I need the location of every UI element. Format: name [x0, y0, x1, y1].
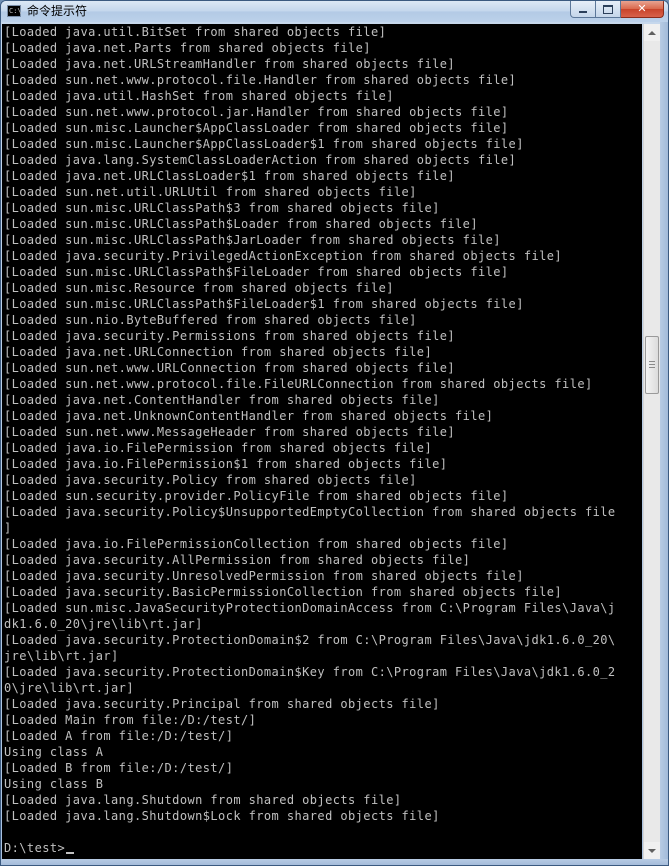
scroll-down-button[interactable] [644, 842, 660, 859]
console-line: [Loaded java.util.HashSet from shared ob… [4, 89, 394, 103]
console-line: [Loaded java.security.ProtectionDomain$K… [4, 665, 616, 679]
console-line: [Loaded java.security.PrivilegedActionEx… [4, 249, 563, 263]
console-line: ] [4, 521, 12, 535]
window-controls: ✕ [570, 1, 664, 19]
console-line: [Loaded java.io.FilePermission$1 from sh… [4, 457, 448, 471]
console-line: dk1.6.0_20\jre\lib\rt.jar] [4, 617, 203, 631]
console-line: [Loaded sun.misc.URLClassPath$JarLoader … [4, 233, 501, 247]
console-line: [Loaded sun.misc.URLClassPath$FileLoader… [4, 297, 524, 311]
console-line: [Loaded Main from file:/D:/test/] [4, 713, 257, 727]
console-line: [Loaded sun.misc.JavaSecurityProtectionD… [4, 601, 616, 615]
window-title: 命令提示符 [27, 4, 88, 18]
console-line: [Loaded B from file:/D:/test/] [4, 761, 234, 775]
console-line: [Loaded java.security.UnresolvedPermissi… [4, 569, 524, 583]
console-line: [Loaded java.net.ContentHandler from sha… [4, 393, 440, 407]
thumb-grip-line [649, 361, 655, 362]
console-line: [Loaded sun.net.www.MessageHeader from s… [4, 425, 456, 439]
cmd-app-icon-text: C:\ [9, 7, 22, 15]
window-frame-right [660, 22, 668, 865]
console-line: [Loaded java.lang.Shutdown$Lock from sha… [4, 809, 440, 823]
console-line: [Loaded java.security.Policy$Unsupported… [4, 505, 616, 519]
maximize-button[interactable] [596, 1, 621, 18]
console-line: [Loaded sun.net.www.protocol.file.FileUR… [4, 377, 593, 391]
console-line: [Loaded java.security.Policy from shared… [4, 473, 417, 487]
console-output[interactable]: [Loaded java.util.BitSet from shared obj… [2, 24, 642, 859]
console-line: [Loaded java.io.FilePermissionCollection… [4, 537, 509, 551]
console-line: [Loaded A from file:/D:/test/] [4, 729, 234, 743]
console-line: [Loaded java.security.AllPermission from… [4, 553, 471, 567]
cmd-window: C:\ 命令提示符 ✕ [Loaded java.util.BitSet fro… [0, 0, 669, 866]
console-line: 0\jre\lib\rt.jar] [4, 681, 134, 695]
console-line: Using class B [4, 777, 104, 791]
console-line: [Loaded java.net.Parts from shared objec… [4, 41, 371, 55]
console-line: jre\lib\rt.jar] [4, 649, 119, 663]
scroll-up-button[interactable] [644, 24, 660, 41]
console-line: [Loaded java.security.BasicPermissionCol… [4, 585, 563, 599]
console-line: [Loaded sun.net.www.URLConnection from s… [4, 361, 456, 375]
vertical-scrollbar[interactable] [643, 24, 660, 859]
window-frame-bottom [1, 859, 668, 865]
console-line: [Loaded sun.misc.Resource from shared ob… [4, 281, 394, 295]
console-line: [Loaded java.net.UnknownContentHandler f… [4, 409, 494, 423]
console-line: [Loaded sun.security.provider.PolicyFile… [4, 489, 509, 503]
console-line: [Loaded java.io.FilePermission from shar… [4, 441, 433, 455]
console-line: [Loaded sun.misc.URLClassPath$3 from sha… [4, 201, 440, 215]
minimize-icon [579, 11, 587, 13]
thumb-grip-line [649, 367, 655, 368]
command-prompt: D:\test> [4, 841, 66, 855]
console-line: [Loaded java.lang.SystemClassLoaderActio… [4, 153, 517, 167]
console-line: [Loaded java.net.URLConnection from shar… [4, 345, 433, 359]
title-bar[interactable]: C:\ 命令提示符 ✕ [1, 1, 668, 22]
console-line: [Loaded java.security.Permissions from s… [4, 329, 456, 343]
console-line: [Loaded sun.misc.URLClassPath$Loader fro… [4, 217, 478, 231]
console-line: [Loaded sun.misc.Launcher$AppClassLoader… [4, 137, 524, 151]
maximize-icon [603, 4, 613, 14]
scrollbar-thumb[interactable] [645, 336, 659, 394]
arrow-up-icon [648, 30, 656, 35]
console-line: Using class A [4, 745, 104, 759]
prompt-line[interactable]: D:\test> [4, 840, 616, 856]
console-line: [Loaded java.util.BitSet from shared obj… [4, 25, 387, 39]
console-line: [Loaded java.net.URLStreamHandler from s… [4, 57, 456, 71]
console-line: [Loaded sun.net.util.URLUtil from shared… [4, 185, 417, 199]
close-button[interactable]: ✕ [621, 1, 664, 18]
console-lines: [Loaded java.util.BitSet from shared obj… [4, 24, 616, 856]
console-line: [Loaded java.security.ProtectionDomain$2… [4, 633, 616, 647]
console-line: [Loaded sun.nio.ByteBuffered from shared… [4, 313, 417, 327]
console-line: [Loaded sun.net.www.protocol.file.Handle… [4, 73, 517, 87]
minimize-button[interactable] [570, 1, 596, 18]
thumb-grip-line [649, 364, 655, 365]
console-line: [Loaded java.lang.Shutdown from shared o… [4, 793, 402, 807]
cmd-app-icon[interactable]: C:\ [7, 5, 22, 17]
console-line: [Loaded java.security.Principal from sha… [4, 697, 440, 711]
console-line: [Loaded sun.misc.URLClassPath$FileLoader… [4, 265, 509, 279]
console-line: [Loaded sun.misc.Launcher$AppClassLoader… [4, 121, 509, 135]
console-line: [Loaded java.net.URLClassLoader$1 from s… [4, 169, 456, 183]
close-icon: ✕ [637, 2, 647, 15]
arrow-down-icon [648, 848, 656, 853]
console-line: [Loaded sun.net.www.protocol.jar.Handler… [4, 105, 509, 119]
text-cursor [66, 852, 75, 854]
